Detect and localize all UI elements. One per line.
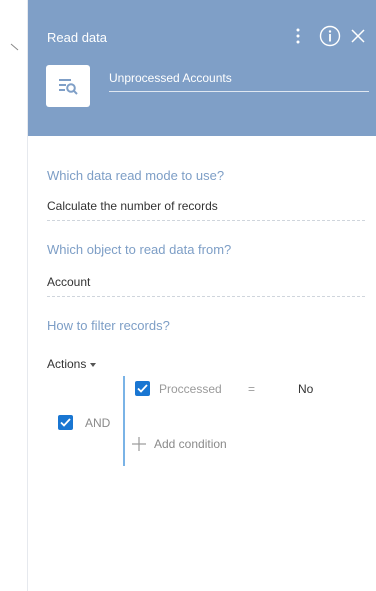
condition-operator[interactable]: = bbox=[248, 382, 255, 396]
plus-icon bbox=[132, 437, 146, 451]
actions-label: Actions bbox=[47, 357, 87, 371]
read-data-panel: Read data Unprocessed Accounts Which dat… bbox=[28, 0, 376, 591]
condition-field[interactable]: Proccessed bbox=[159, 382, 222, 396]
read-mode-value[interactable]: Calculate the number of records bbox=[47, 198, 365, 221]
left-strip bbox=[0, 0, 28, 591]
condition-checkbox[interactable] bbox=[135, 381, 150, 396]
close-icon[interactable] bbox=[349, 27, 367, 45]
add-condition-label: Add condition bbox=[154, 437, 227, 451]
condition-value[interactable]: No bbox=[298, 382, 313, 396]
kebab-menu-icon[interactable] bbox=[290, 26, 306, 46]
read-mode-question: Which data read mode to use? bbox=[47, 168, 225, 183]
panel-header: Read data Unprocessed Accounts bbox=[28, 0, 376, 136]
checkmark-icon bbox=[60, 418, 71, 427]
filter-question: How to filter records? bbox=[47, 318, 170, 333]
object-value[interactable]: Account bbox=[47, 274, 365, 297]
read-data-icon bbox=[46, 65, 90, 107]
group-operator-label[interactable]: AND bbox=[85, 416, 110, 430]
element-name-field[interactable]: Unprocessed Accounts bbox=[109, 71, 369, 92]
object-question: Which object to read data from? bbox=[47, 242, 232, 257]
collapse-marker-icon bbox=[10, 43, 19, 51]
group-checkbox[interactable] bbox=[58, 415, 73, 430]
info-icon[interactable] bbox=[318, 24, 342, 48]
add-condition-button[interactable]: Add condition bbox=[132, 437, 227, 451]
panel-title: Read data bbox=[47, 30, 107, 45]
chevron-down-icon bbox=[90, 362, 97, 367]
checkmark-icon bbox=[137, 384, 148, 393]
group-bracket-line bbox=[123, 376, 125, 466]
actions-dropdown[interactable]: Actions bbox=[47, 357, 97, 371]
